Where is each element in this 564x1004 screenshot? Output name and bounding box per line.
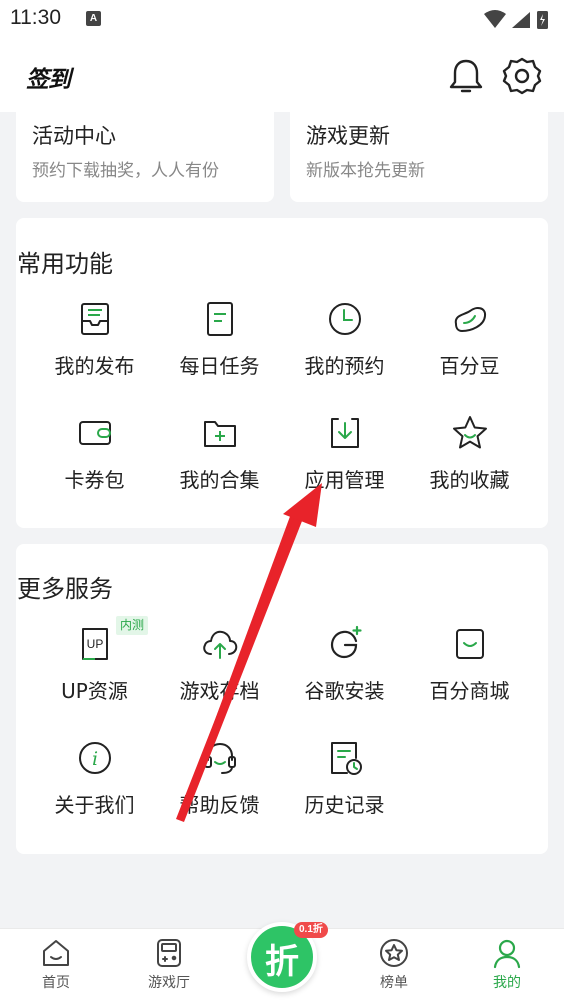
home-icon <box>43 940 69 966</box>
coupon-wallet-item[interactable]: 卡券包 <box>32 413 157 493</box>
game-update-card[interactable]: 游戏更新 新版本抢先更新 <box>290 112 548 202</box>
item-label: 每日任务 <box>179 354 260 378</box>
my-reservations-item[interactable]: 我的预约 <box>282 299 407 379</box>
folder-plus-icon <box>203 421 236 447</box>
nav-label: 榜单 <box>380 975 408 991</box>
history-item[interactable]: 历史记录 <box>282 738 407 818</box>
app-management-item[interactable]: 应用管理 <box>282 413 407 493</box>
app-header: 签到 <box>0 40 564 112</box>
card-subtitle: 预约下载抽奖，人人有份 <box>32 161 219 181</box>
up-resource-icon: UP <box>81 628 108 660</box>
item-label: 谷歌安装 <box>304 679 385 703</box>
beans-item[interactable]: 百分豆 <box>407 299 532 379</box>
card-title: 游戏更新 <box>306 124 390 148</box>
star-icon <box>452 416 487 449</box>
status-icons <box>484 10 548 29</box>
up-icon-text: UP <box>86 637 103 651</box>
wallet-icon <box>78 421 111 445</box>
inbox-icon <box>80 303 109 335</box>
rank-star-icon <box>380 939 408 967</box>
shop-bag-icon <box>455 629 484 659</box>
item-label: 历史记录 <box>304 793 385 817</box>
item-label: 应用管理 <box>304 468 385 492</box>
profile-icon <box>493 939 521 969</box>
info-icon-text: i <box>91 748 97 770</box>
cloud-upload-icon <box>202 630 237 659</box>
nav-home[interactable]: 首页 <box>6 937 106 992</box>
history-doc-icon <box>330 742 362 775</box>
common-section-title: 常用功能 <box>17 250 113 278</box>
bean-icon <box>454 307 486 333</box>
item-label: 关于我们 <box>54 793 135 817</box>
nav-label: 游戏厅 <box>148 975 190 991</box>
nav-label: 首页 <box>42 975 70 991</box>
my-favorites-item[interactable]: 我的收藏 <box>407 413 532 493</box>
google-plus-icon <box>330 625 362 659</box>
card-subtitle: 新版本抢先更新 <box>306 161 425 181</box>
item-label: 百分豆 <box>439 354 500 378</box>
nav-label: 我的 <box>493 975 521 991</box>
help-feedback-item[interactable]: 帮助反馈 <box>157 738 282 818</box>
game-saves-item[interactable]: 游戏存档 <box>157 624 282 704</box>
activity-center-card[interactable]: 活动中心 预约下载抽奖，人人有份 <box>16 112 274 202</box>
checkin-logo[interactable]: 签到 <box>26 60 71 94</box>
task-doc-icon <box>206 302 233 336</box>
fab-label: 折 <box>265 942 299 982</box>
nav-profile[interactable]: 我的 <box>457 937 557 992</box>
item-label: 游戏存档 <box>179 679 260 703</box>
google-install-item[interactable]: 谷歌安装 <box>282 624 407 704</box>
item-label: 百分商城 <box>429 679 510 703</box>
item-label: 我的合集 <box>179 468 260 492</box>
item-label: 我的预约 <box>304 354 385 378</box>
nav-rankings[interactable]: 榜单 <box>344 937 444 992</box>
status-bar: 11:30 A <box>0 0 564 40</box>
up-resources-item[interactable]: UP UP资源 <box>32 624 157 704</box>
status-time: 11:30 <box>10 6 61 29</box>
clock-icon <box>328 303 361 335</box>
more-section-title: 更多服务 <box>17 575 113 603</box>
bell-icon[interactable] <box>446 56 486 96</box>
info-icon: i <box>78 742 111 774</box>
discount-badge: 0.1折 <box>294 922 328 938</box>
headset-icon <box>203 742 236 774</box>
shop-item[interactable]: 百分商城 <box>407 624 532 704</box>
item-label: UP资源 <box>61 679 128 703</box>
daily-tasks-item[interactable]: 每日任务 <box>157 299 282 379</box>
notification-icon: A <box>86 11 101 26</box>
nav-arcade[interactable]: 游戏厅 <box>119 937 219 992</box>
download-box-icon <box>330 418 359 448</box>
my-posts-item[interactable]: 我的发布 <box>32 299 157 379</box>
gamepad-icon <box>157 939 181 967</box>
item-label: 卡券包 <box>64 468 125 492</box>
item-label: 我的发布 <box>54 354 135 378</box>
item-label: 我的收藏 <box>429 468 510 492</box>
item-label: 帮助反馈 <box>179 793 260 817</box>
my-collections-item[interactable]: 我的合集 <box>157 413 282 493</box>
about-us-item[interactable]: i 关于我们 <box>32 738 157 818</box>
gear-icon[interactable] <box>502 56 542 96</box>
card-title: 活动中心 <box>32 124 116 148</box>
